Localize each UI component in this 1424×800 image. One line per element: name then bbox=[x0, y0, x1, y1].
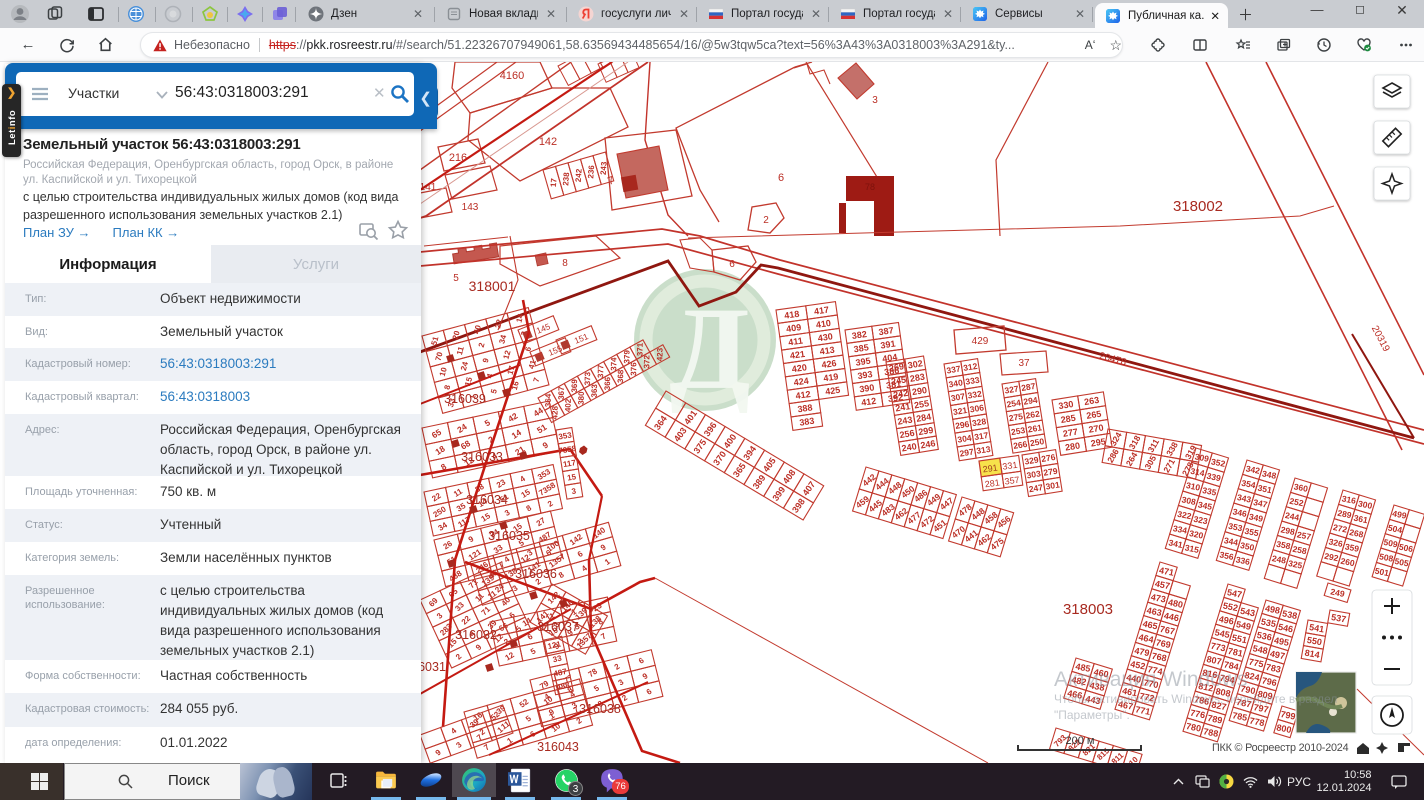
svg-text:409: 409 bbox=[786, 322, 802, 334]
svg-text:385: 385 bbox=[853, 342, 869, 354]
svg-text:316039: 316039 bbox=[444, 392, 486, 406]
svg-text:2: 2 bbox=[763, 215, 769, 226]
svg-text:37: 37 bbox=[1018, 358, 1030, 369]
svg-text:200 м: 200 м bbox=[1066, 735, 1095, 747]
svg-text:420: 420 bbox=[791, 362, 807, 374]
svg-text:8: 8 bbox=[562, 258, 568, 269]
svg-text:242: 242 bbox=[574, 168, 584, 182]
svg-text:3: 3 bbox=[872, 95, 878, 106]
svg-text:316032: 316032 bbox=[455, 628, 497, 642]
svg-text:143: 143 bbox=[462, 202, 479, 213]
svg-text:395: 395 bbox=[855, 356, 871, 368]
svg-text:Активация Windows: Активация Windows bbox=[1054, 668, 1248, 691]
svg-text:316043: 316043 bbox=[537, 740, 579, 754]
svg-text:"Параметры".: "Параметры". bbox=[1054, 708, 1130, 722]
svg-text:379: 379 bbox=[622, 350, 631, 364]
svg-text:430: 430 bbox=[817, 331, 833, 343]
svg-text:216: 216 bbox=[449, 152, 467, 164]
svg-text:380: 380 bbox=[577, 391, 586, 405]
svg-text:Чтобы активировать Windows, пе: Чтобы активировать Windows, перейдите в … bbox=[1054, 692, 1337, 706]
svg-text:6: 6 bbox=[778, 172, 784, 184]
svg-text:316038: 316038 bbox=[579, 702, 621, 716]
svg-text:372: 372 bbox=[642, 355, 651, 369]
svg-text:425: 425 bbox=[825, 385, 841, 397]
svg-text:382: 382 bbox=[851, 329, 867, 341]
svg-text:364: 364 bbox=[544, 393, 553, 407]
svg-text:419: 419 bbox=[823, 371, 839, 383]
svg-text:374: 374 bbox=[609, 357, 618, 371]
svg-text:410: 410 bbox=[815, 318, 831, 330]
svg-text:377: 377 bbox=[596, 364, 605, 378]
svg-text:368: 368 bbox=[616, 369, 625, 383]
svg-text:316033: 316033 bbox=[461, 450, 503, 464]
svg-text:236: 236 bbox=[586, 164, 596, 178]
svg-text:4160: 4160 bbox=[500, 70, 524, 82]
svg-text:363: 363 bbox=[590, 384, 599, 398]
svg-text:367: 367 bbox=[557, 386, 566, 400]
svg-text:387: 387 bbox=[878, 325, 894, 337]
svg-text:369: 369 bbox=[570, 379, 579, 393]
svg-text:424: 424 bbox=[793, 376, 809, 388]
svg-text:357: 357 bbox=[1004, 475, 1020, 487]
svg-text:5: 5 bbox=[453, 273, 459, 284]
svg-text:417: 417 bbox=[813, 305, 829, 317]
svg-text:376: 376 bbox=[629, 362, 638, 376]
svg-text:366: 366 bbox=[603, 376, 612, 390]
svg-text:429: 429 bbox=[972, 336, 989, 347]
svg-text:426: 426 bbox=[821, 358, 837, 370]
svg-text:238: 238 bbox=[561, 172, 571, 186]
svg-text:318003: 318003 bbox=[1063, 601, 1113, 618]
svg-text:412: 412 bbox=[795, 389, 811, 401]
svg-text:291: 291 bbox=[982, 463, 998, 475]
svg-text:402: 402 bbox=[564, 398, 573, 412]
svg-text:142: 142 bbox=[539, 136, 557, 148]
svg-text:316036: 316036 bbox=[515, 567, 557, 581]
svg-text:421: 421 bbox=[789, 349, 805, 361]
svg-text:411: 411 bbox=[788, 336, 804, 348]
svg-text:6031: 6031 bbox=[418, 660, 446, 674]
svg-text:373: 373 bbox=[583, 371, 592, 385]
svg-text:316034: 316034 bbox=[466, 493, 508, 507]
svg-text:318002: 318002 bbox=[1173, 198, 1223, 215]
svg-text:17: 17 bbox=[549, 177, 559, 187]
svg-text:331: 331 bbox=[1002, 460, 1018, 472]
svg-text:316035: 316035 bbox=[488, 529, 530, 543]
svg-text:316037: 316037 bbox=[537, 620, 579, 634]
svg-text:371: 371 bbox=[635, 342, 644, 356]
svg-text:412: 412 bbox=[861, 396, 877, 408]
svg-text:78: 78 bbox=[865, 182, 875, 192]
svg-text:281: 281 bbox=[984, 477, 1000, 489]
svg-text:388: 388 bbox=[797, 402, 813, 414]
svg-text:418: 418 bbox=[784, 309, 800, 321]
svg-text:413: 413 bbox=[819, 345, 835, 357]
svg-text:318001: 318001 bbox=[469, 278, 516, 294]
svg-text:423: 423 bbox=[655, 347, 664, 361]
svg-text:391: 391 bbox=[880, 339, 896, 351]
svg-text:383: 383 bbox=[799, 416, 815, 428]
svg-text:390: 390 bbox=[859, 382, 875, 394]
svg-text:393: 393 bbox=[857, 369, 873, 381]
svg-text:ПКК © Росреестр 2010-2024: ПКК © Росреестр 2010-2024 bbox=[1212, 742, 1349, 754]
